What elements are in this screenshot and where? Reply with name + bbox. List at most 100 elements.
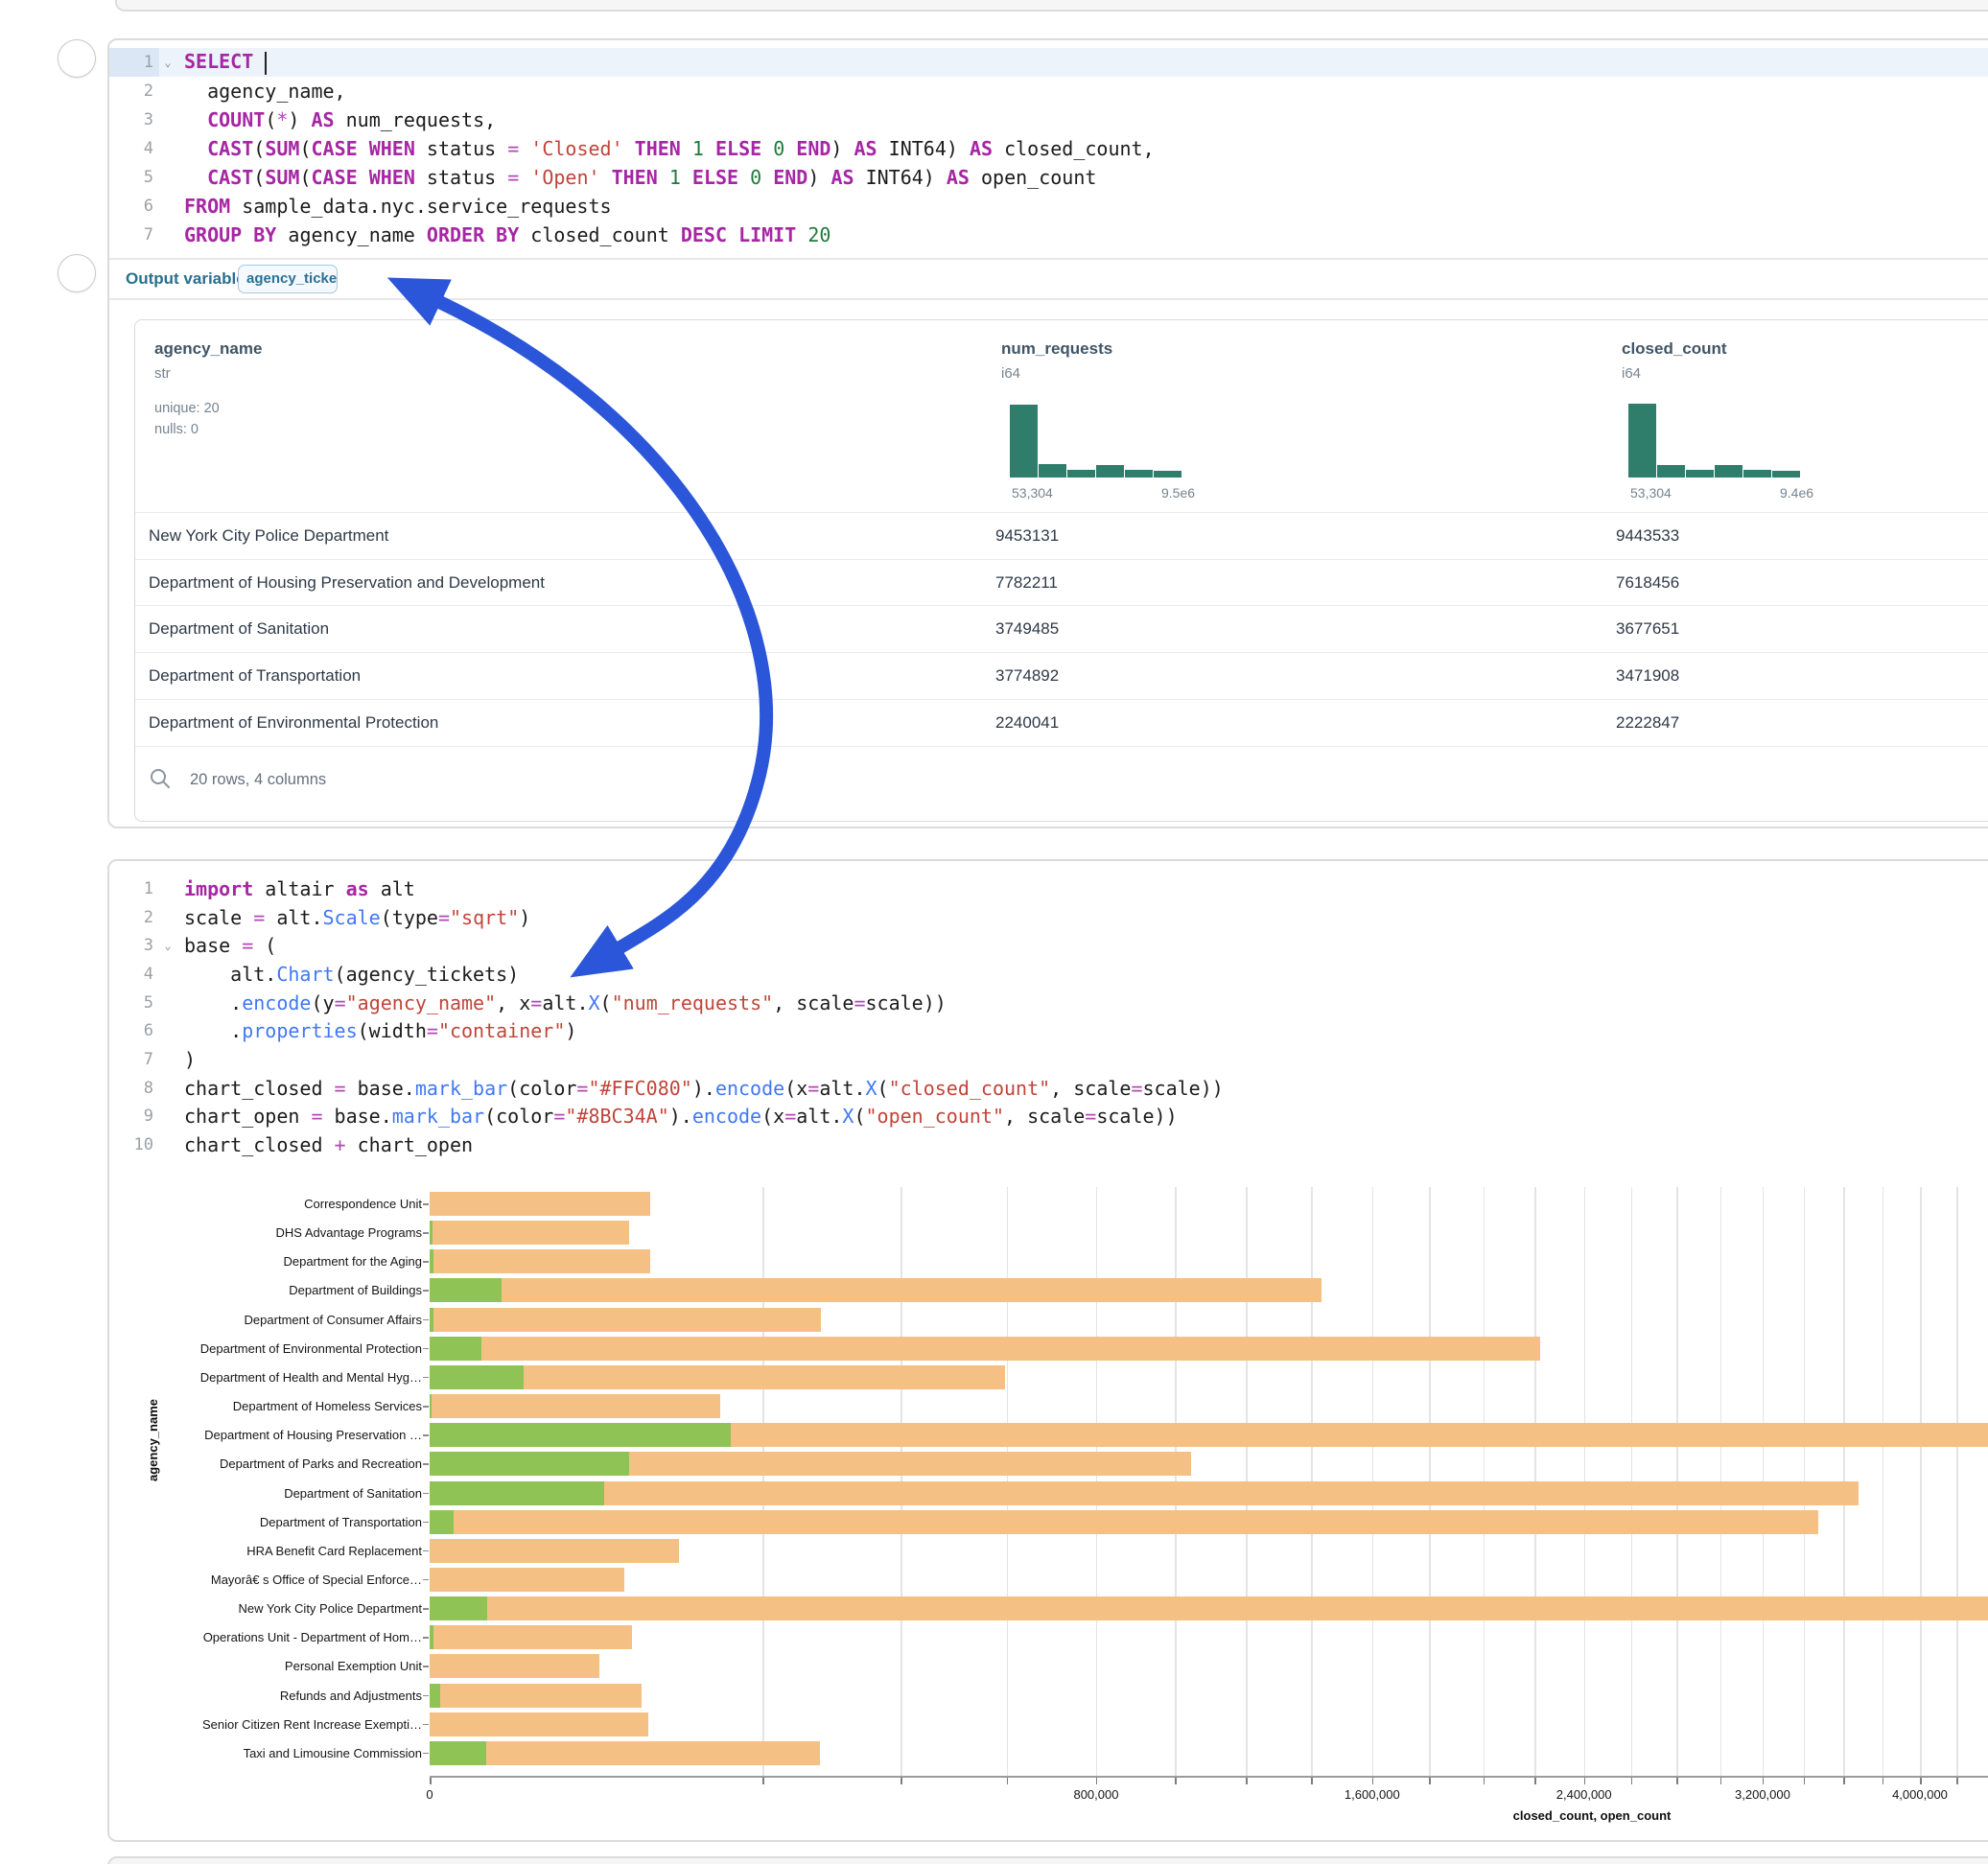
bar-closed_count	[430, 1337, 1540, 1361]
python-editor[interactable]: 1import altair as alt2scale = alt.Scale(…	[109, 874, 1988, 1159]
x-axis-title: closed_count, open_count	[1513, 1808, 1672, 1823]
bar-closed_count	[430, 1308, 821, 1332]
code-line[interactable]: 2scale = alt.Scale(type="sqrt")	[109, 903, 1988, 932]
code-line[interactable]: 4 alt.Chart(agency_tickets)	[109, 960, 1988, 989]
y-axis-label: Operations Unit - Department of Hom…	[203, 1630, 422, 1644]
table-cell: 7782211	[995, 573, 1058, 593]
code-line[interactable]: 8chart_closed = base.mark_bar(color="#FF…	[109, 1074, 1988, 1103]
code-text: SELECT	[176, 50, 267, 75]
y-axis-label: Department of Homeless Services	[233, 1399, 422, 1413]
line-number: 7	[109, 221, 159, 249]
column-histogram	[1628, 403, 1801, 478]
code-line[interactable]: 1⌄SELECT	[109, 48, 1988, 77]
x-axis-tick-label: 3,200,000	[1735, 1787, 1790, 1802]
x-axis-line	[430, 1776, 1988, 1778]
code-line[interactable]: 3⌄base = (	[109, 931, 1988, 960]
y-axis-label: Mayorâ€ s Office of Special Enforce…	[211, 1573, 422, 1587]
code-line[interactable]: 7 GROUP BY agency_name ORDER BY closed_co…	[109, 221, 1988, 249]
histogram-bar	[1096, 465, 1124, 478]
x-axis-tick	[1175, 1778, 1177, 1784]
column-type: i64	[1001, 365, 1020, 382]
y-axis-tick	[423, 1522, 429, 1524]
search-icon[interactable]	[149, 767, 172, 790]
code-text: scale = alt.Scale(type="sqrt")	[176, 906, 530, 929]
column-header: closed_count	[1622, 339, 1727, 359]
y-axis-label: Correspondence Unit	[304, 1197, 422, 1211]
x-axis-tick-label: 2,400,000	[1556, 1787, 1612, 1802]
line-number: 1	[109, 48, 159, 77]
column-header: num_requests	[1001, 339, 1112, 359]
line-number: 3	[109, 931, 159, 960]
code-text: CAST(SUM(CASE WHEN status = 'Closed' THE…	[176, 137, 1155, 160]
y-axis-tick	[423, 1319, 429, 1321]
x-axis-tick	[1584, 1778, 1586, 1784]
code-text: GROUP BY agency_name ORDER BY closed_cou…	[176, 223, 830, 246]
sql-editor[interactable]: 1⌄SELECT 2 agency_name,3 COUNT(*) AS num…	[109, 48, 1988, 249]
code-line[interactable]: 5 .encode(y="agency_name", x=alt.X("num_…	[109, 989, 1988, 1017]
bar-closed_count	[430, 1625, 632, 1649]
code-text: chart_open = base.mark_bar(color="#8BC34…	[176, 1105, 1178, 1128]
x-axis-tick-label: 800,000	[1073, 1787, 1118, 1802]
add-cell-button-top[interactable]	[58, 39, 96, 78]
y-axis-tick	[423, 1493, 429, 1495]
x-axis-tick	[1534, 1778, 1536, 1784]
y-axis-label: Department of Housing Preservation …	[204, 1428, 422, 1442]
x-axis-tick	[1246, 1778, 1248, 1784]
histogram-bar	[1067, 470, 1095, 478]
y-axis-label: Senior Citizen Rent Increase Exempti…	[202, 1717, 422, 1732]
code-text: import altair as alt	[176, 877, 415, 900]
y-axis-tick	[423, 1232, 429, 1234]
y-axis-label: Department of Buildings	[289, 1283, 422, 1297]
y-axis-tick	[423, 1290, 429, 1292]
bar-open_count	[430, 1221, 433, 1245]
bar-open_count	[430, 1452, 629, 1476]
y-axis-label: New York City Police Department	[239, 1601, 422, 1616]
code-line[interactable]: 5 CAST(SUM(CASE WHEN status = 'Open' THE…	[109, 163, 1988, 192]
bar-open_count	[430, 1596, 487, 1620]
x-axis-tick	[1956, 1778, 1958, 1784]
histogram-bar	[1125, 470, 1153, 478]
histogram-bar	[1010, 405, 1038, 478]
bar-open_count	[430, 1741, 486, 1765]
x-axis-tick	[430, 1778, 432, 1784]
x-axis-tick	[1843, 1778, 1845, 1784]
histogram-bar	[1743, 470, 1771, 478]
line-number: 6	[109, 192, 159, 221]
bar-closed_count	[430, 1249, 650, 1273]
output-variable-chip[interactable]: agency_tickets	[238, 265, 338, 293]
bar-open_count	[430, 1481, 604, 1505]
code-line[interactable]: 7)	[109, 1045, 1988, 1074]
code-line[interactable]: 9chart_open = base.mark_bar(color="#8BC3…	[109, 1103, 1988, 1131]
x-axis-tick	[1484, 1778, 1485, 1784]
y-axis-label: Department of Parks and Recreation	[220, 1456, 422, 1471]
code-text: .properties(width="container")	[176, 1019, 576, 1042]
code-line[interactable]: 10chart_closed + chart_open	[109, 1130, 1988, 1159]
y-axis-tick	[423, 1348, 429, 1350]
histogram-max-label: 9.4e6	[1780, 485, 1813, 501]
table-cell: New York City Police Department	[149, 526, 388, 546]
x-axis-tick	[1676, 1778, 1678, 1784]
code-line[interactable]: 6 .properties(width="container")	[109, 1016, 1988, 1045]
x-axis-tick	[1631, 1778, 1633, 1784]
code-text: FROM sample_data.nyc.service_requests	[176, 195, 612, 218]
bar-closed_count	[430, 1713, 648, 1736]
y-axis-label: Department of Sanitation	[284, 1486, 422, 1501]
x-axis-tick-label: 0	[426, 1787, 433, 1802]
code-line[interactable]: 2 agency_name,	[109, 77, 1988, 105]
fold-chevron-icon[interactable]: ⌄	[159, 939, 176, 952]
table-cell: 3677651	[1616, 619, 1679, 639]
fold-chevron-icon[interactable]: ⌄	[159, 56, 176, 69]
x-axis-tick	[1311, 1778, 1313, 1784]
bar-open_count	[430, 1278, 502, 1302]
add-cell-button-output[interactable]	[58, 254, 96, 292]
line-number: 6	[109, 1016, 159, 1045]
bar-open_count	[430, 1423, 731, 1447]
code-line[interactable]: 3 COUNT(*) AS num_requests,	[109, 105, 1988, 134]
code-line[interactable]: 4 CAST(SUM(CASE WHEN status = 'Closed' T…	[109, 134, 1988, 163]
altair-bar-chart: Correspondence UnitDHS Advantage Program…	[0, 1179, 1988, 1841]
line-number: 3	[109, 105, 159, 134]
code-line[interactable]: 6 FROM sample_data.nyc.service_requests	[109, 192, 1988, 221]
x-axis-tick	[1007, 1778, 1009, 1784]
code-line[interactable]: 1import altair as alt	[109, 874, 1988, 903]
code-text: chart_closed + chart_open	[176, 1133, 473, 1156]
